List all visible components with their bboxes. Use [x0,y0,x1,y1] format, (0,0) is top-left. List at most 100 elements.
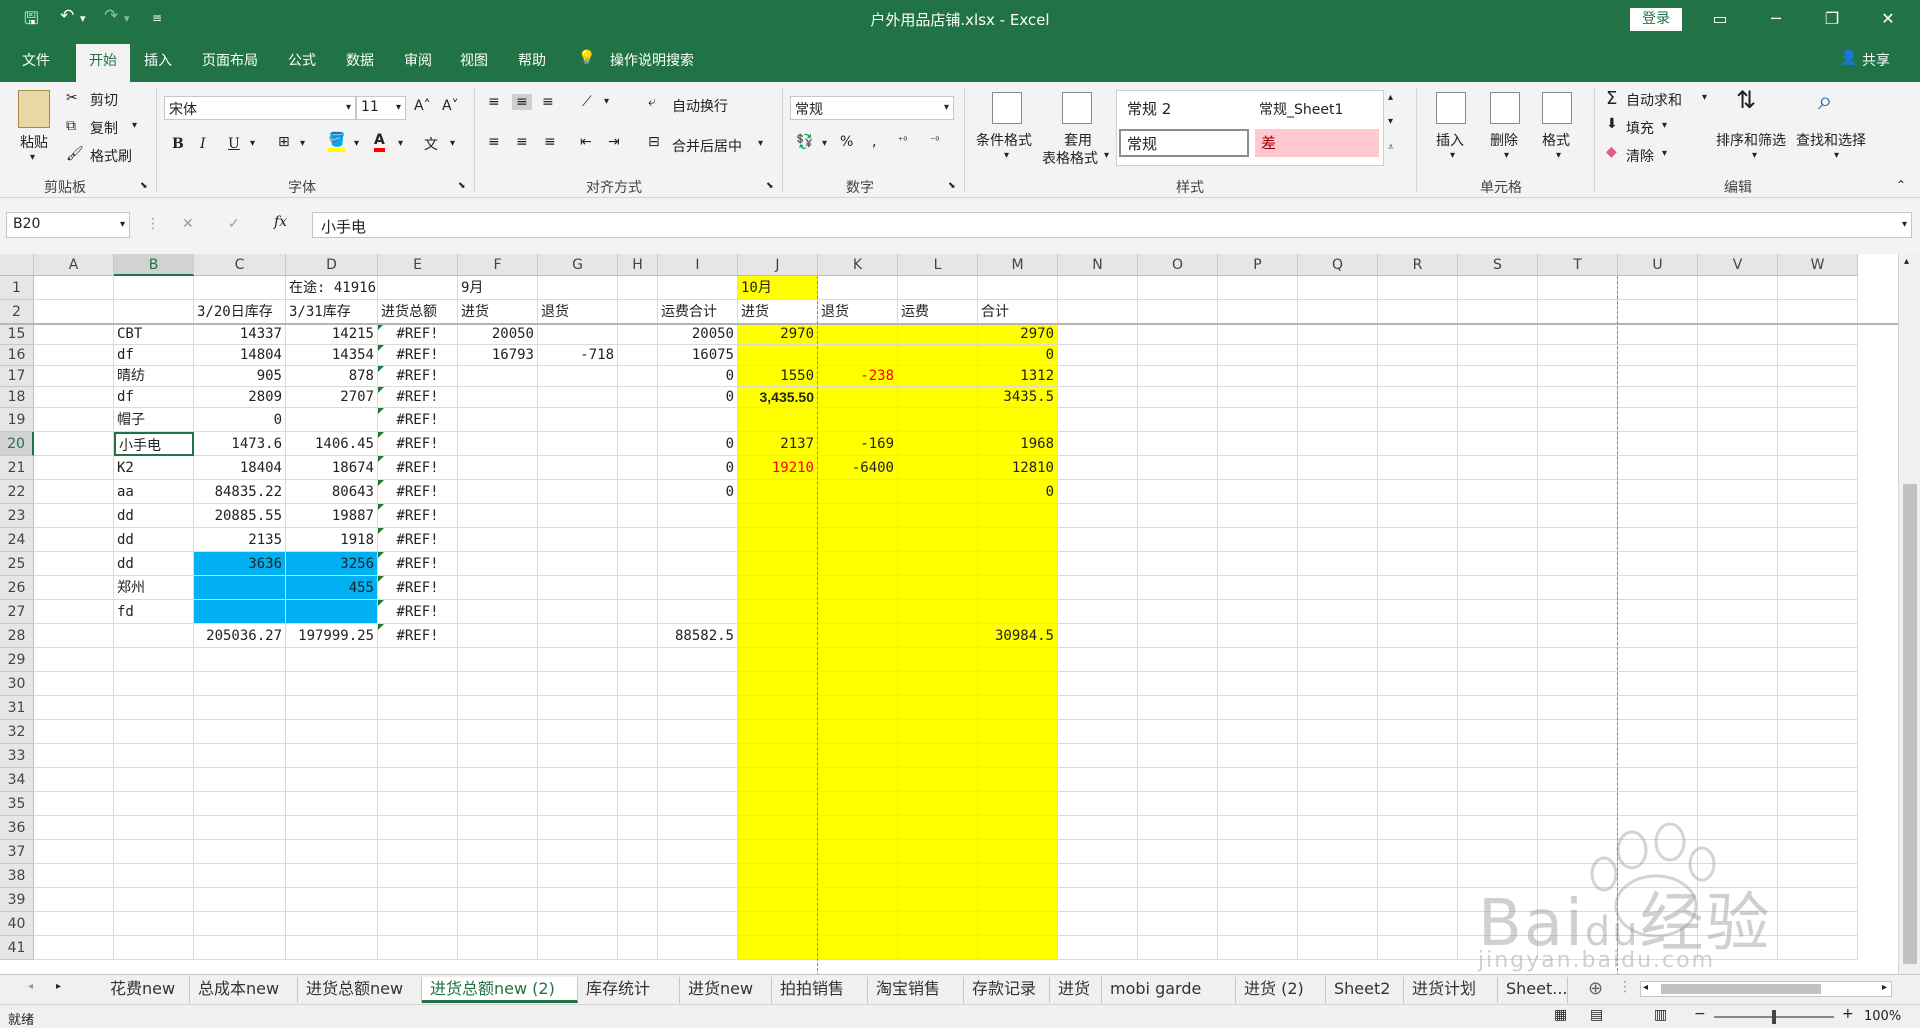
cell-B28[interactable] [114,624,194,648]
cell-M22[interactable]: 0 [978,480,1058,504]
cell-K2[interactable]: 退货 [818,300,898,324]
cell-S30[interactable] [1458,672,1538,696]
cell-B32[interactable] [114,720,194,744]
cell-D39[interactable] [286,888,378,912]
cell-C36[interactable] [194,816,286,840]
cell-C33[interactable] [194,744,286,768]
cell-T23[interactable] [1538,504,1618,528]
cell-G17[interactable] [538,366,618,387]
cell-Q38[interactable] [1298,864,1378,888]
cell-D2[interactable]: 3/31库存 [286,300,378,324]
cell-G31[interactable] [538,696,618,720]
cell-P29[interactable] [1218,648,1298,672]
cell-K39[interactable] [818,888,898,912]
cell-C41[interactable] [194,936,286,960]
underline-button[interactable]: U [228,136,240,152]
cell-F17[interactable] [458,366,538,387]
cell-Q37[interactable] [1298,840,1378,864]
cell-K33[interactable] [818,744,898,768]
italic-button[interactable]: I [200,136,206,152]
cell-T2[interactable] [1538,300,1618,324]
number-launcher-icon[interactable]: ⬊ [948,181,956,191]
row-header-38[interactable]: 38 [0,864,34,888]
select-all-corner[interactable] [0,254,34,276]
cell-G19[interactable] [538,408,618,432]
cell-G2[interactable]: 退货 [538,300,618,324]
tell-me-search[interactable]: 操作说明搜索 [610,50,694,70]
column-header-N[interactable]: N [1058,254,1138,276]
cell-P16[interactable] [1218,345,1298,366]
error-indicator-icon[interactable] [378,456,384,462]
number-format-select[interactable]: 常规 ▾ [790,96,954,120]
cell-J23[interactable] [738,504,818,528]
cell-N15[interactable] [1058,324,1138,345]
cell-L26[interactable] [898,576,978,600]
cell-V20[interactable] [1698,432,1778,456]
phonetic-icon[interactable]: 文 [424,134,438,154]
cell-S17[interactable] [1458,366,1538,387]
cell-C31[interactable] [194,696,286,720]
row-header-2[interactable]: 2 [0,300,34,324]
error-indicator-icon[interactable] [378,408,384,414]
row-header-33[interactable]: 33 [0,744,34,768]
cell-W16[interactable] [1778,345,1858,366]
sort-filter-icon[interactable]: ⇅ [1736,86,1756,114]
cell-O32[interactable] [1138,720,1218,744]
cell-H29[interactable] [618,648,658,672]
delete-cells-button[interactable]: 删除 [1490,130,1518,150]
column-header-D[interactable]: D [286,254,378,276]
cell-F24[interactable] [458,528,538,552]
tab-page-layout[interactable]: 页面布局 [202,50,258,70]
cell-R20[interactable] [1378,432,1458,456]
cell-B15[interactable]: CBT [114,324,194,345]
column-header-K[interactable]: K [818,254,898,276]
scroll-thumb[interactable] [1903,484,1917,964]
cell-G34[interactable] [538,768,618,792]
cell-L19[interactable] [898,408,978,432]
cell-U30[interactable] [1618,672,1698,696]
copy-button[interactable]: 复制 [90,118,118,138]
cell-O39[interactable] [1138,888,1218,912]
cell-T28[interactable] [1538,624,1618,648]
cell-N36[interactable] [1058,816,1138,840]
format-cells-icon[interactable] [1542,92,1572,124]
cell-K20[interactable]: -169 [818,432,898,456]
cell-I40[interactable] [658,912,738,936]
cell-G1[interactable] [538,276,618,300]
cell-F21[interactable] [458,456,538,480]
cell-T35[interactable] [1538,792,1618,816]
cell-L1[interactable] [898,276,978,300]
error-indicator-icon[interactable] [378,528,384,534]
cell-T1[interactable] [1538,276,1618,300]
cell-J19[interactable] [738,408,818,432]
cell-F23[interactable] [458,504,538,528]
cell-H24[interactable] [618,528,658,552]
cell-P18[interactable] [1218,387,1298,408]
cell-W2[interactable] [1778,300,1858,324]
login-button[interactable]: 登录 [1630,8,1682,31]
column-header-T[interactable]: T [1538,254,1618,276]
cell-E31[interactable] [378,696,458,720]
cell-G35[interactable] [538,792,618,816]
tab-formulas[interactable]: 公式 [288,50,316,70]
cell-E33[interactable] [378,744,458,768]
row-header-24[interactable]: 24 [0,528,34,552]
cell-U31[interactable] [1618,696,1698,720]
cell-O19[interactable] [1138,408,1218,432]
cell-E15[interactable]: #REF! [378,324,458,345]
cell-U17[interactable] [1618,366,1698,387]
cell-R24[interactable] [1378,528,1458,552]
cell-U22[interactable] [1618,480,1698,504]
sheet-tab[interactable]: 库存统计 [578,977,680,1003]
row-header-41[interactable]: 41 [0,936,34,960]
cell-S16[interactable] [1458,345,1538,366]
cell-Q30[interactable] [1298,672,1378,696]
cell-A17[interactable] [34,366,114,387]
cell-O1[interactable] [1138,276,1218,300]
cell-F33[interactable] [458,744,538,768]
conditional-format-button[interactable]: 条件格式 [976,130,1032,150]
tab-home[interactable]: 开始 [76,44,130,82]
cell-I25[interactable] [658,552,738,576]
cell-G27[interactable] [538,600,618,624]
cell-P40[interactable] [1218,912,1298,936]
